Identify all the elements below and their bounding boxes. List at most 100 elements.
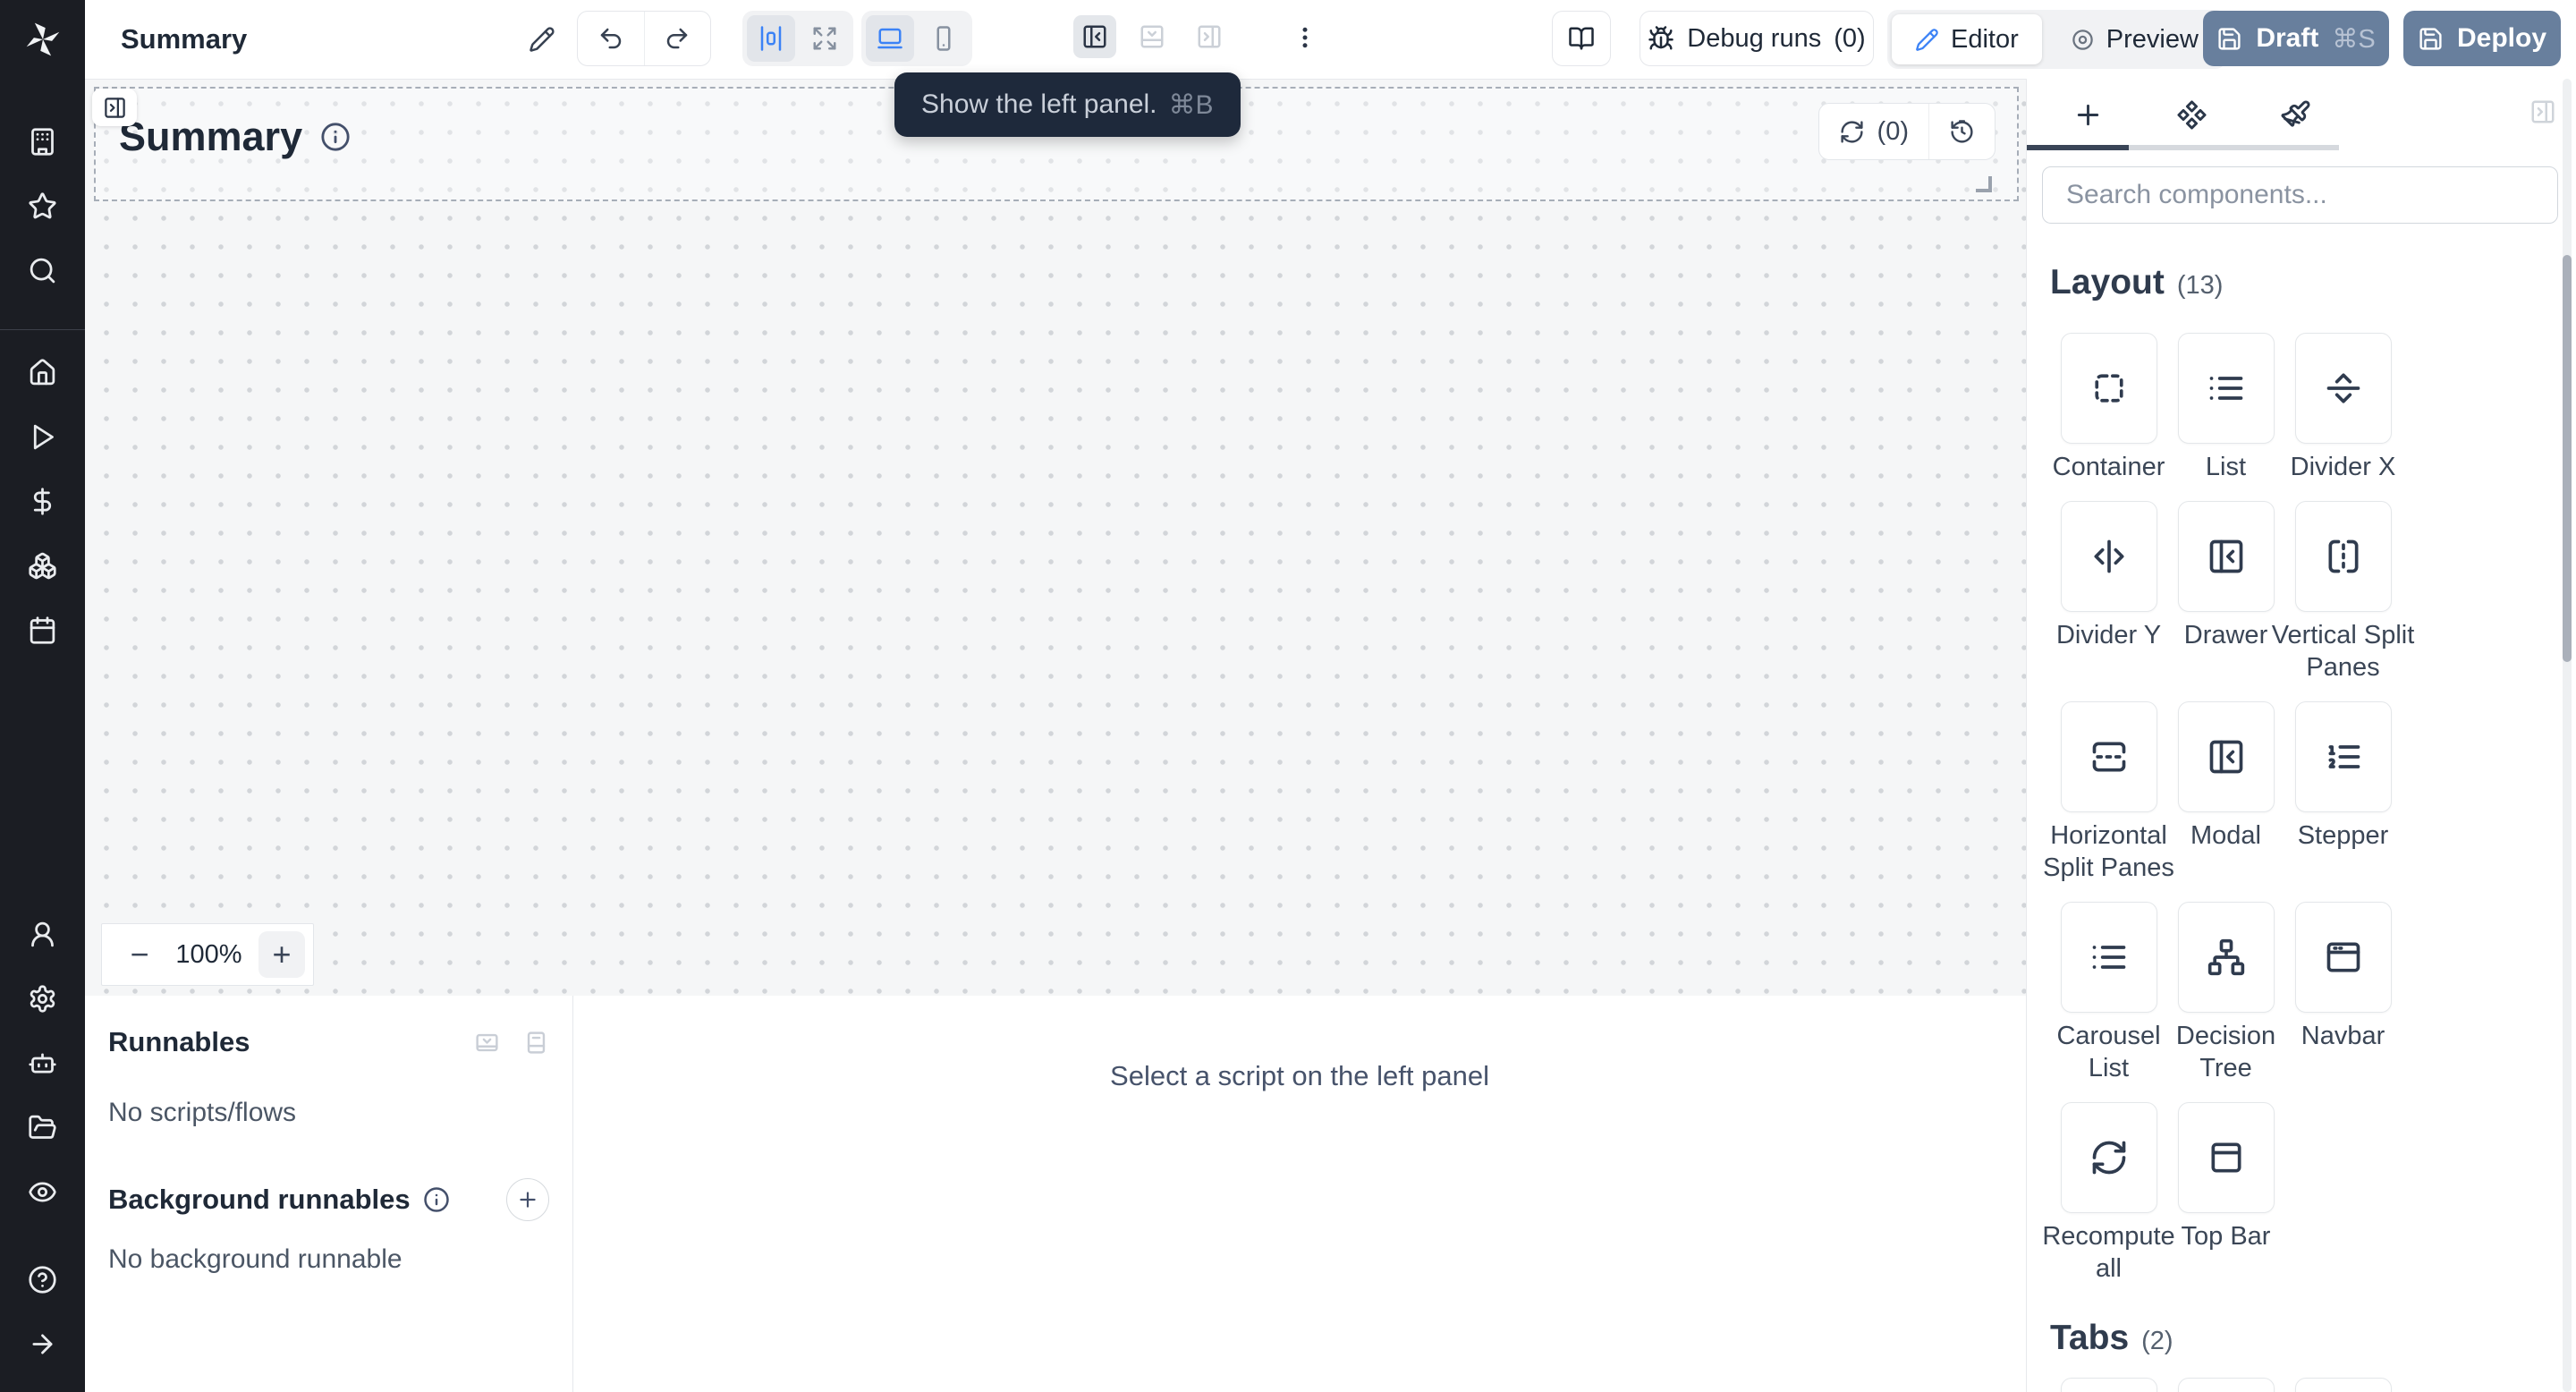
divider-y-icon xyxy=(2089,537,2129,576)
save-icon xyxy=(2216,26,2242,52)
sidebar-item-calendar[interactable] xyxy=(0,598,85,662)
sidebar-item-building[interactable] xyxy=(0,109,85,174)
scrollbar-thumb[interactable] xyxy=(2563,255,2572,662)
component-card-modal[interactable] xyxy=(2178,701,2275,812)
collapse-right-panel-button[interactable] xyxy=(2529,98,2556,130)
component-card-navbar[interactable] xyxy=(2295,902,2392,1013)
component-card-carousel-list[interactable] xyxy=(2061,902,2157,1013)
rename-app-button[interactable] xyxy=(517,14,567,64)
device-toggle-group xyxy=(861,11,972,66)
sidebar-item-arrow-right[interactable] xyxy=(0,1311,85,1376)
deploy-button[interactable]: Deploy xyxy=(2403,11,2561,66)
show-left-panel-button[interactable] xyxy=(92,89,137,126)
more-options-button[interactable] xyxy=(1285,18,1325,57)
mobile-view-toggle[interactable] xyxy=(919,15,968,62)
canvas-alignment-group xyxy=(742,11,853,66)
sidebar-item-play[interactable] xyxy=(0,404,85,469)
component-card-recompute-all[interactable] xyxy=(2061,1102,2157,1213)
component-card-container[interactable] xyxy=(2061,333,2157,444)
redo-button[interactable] xyxy=(645,12,711,65)
refresh-icon xyxy=(2089,1138,2129,1177)
sidebar-item-user[interactable] xyxy=(0,902,85,966)
bug-icon xyxy=(1648,25,1674,52)
component-card[interactable] xyxy=(2061,1378,2157,1392)
runnables-empty-text: No scripts/flows xyxy=(108,1098,549,1128)
active-tab-indicator xyxy=(2027,145,2129,150)
component-card-stepper[interactable] xyxy=(2295,701,2392,812)
desktop-view-toggle[interactable] xyxy=(866,15,914,62)
tab-component-settings[interactable] xyxy=(2174,97,2209,132)
pencil-icon xyxy=(529,26,555,53)
kebab-icon xyxy=(1292,24,1318,51)
draft-label: Draft xyxy=(2256,23,2318,54)
editor-tab[interactable]: Editor xyxy=(1892,14,2042,64)
sidebar-item-boxes[interactable] xyxy=(0,533,85,598)
add-background-runnable-button[interactable] xyxy=(506,1178,549,1221)
center-canvas-toggle[interactable] xyxy=(747,15,795,62)
app-canvas[interactable]: Summary (0) − 100% + xyxy=(85,79,2026,996)
full-width-toggle[interactable] xyxy=(801,15,849,62)
tab-styling[interactable] xyxy=(2277,97,2313,132)
script-editor-pane: Select a script on the left panel xyxy=(573,996,2026,1392)
sidebar-item-eye[interactable] xyxy=(0,1159,85,1224)
debug-runs-count: (0) xyxy=(1834,24,1865,54)
refresh-button[interactable]: (0) xyxy=(1819,104,1928,159)
component-item xyxy=(2050,1378,2167,1392)
component-card[interactable] xyxy=(2178,1378,2275,1392)
runnables-list-icon[interactable] xyxy=(523,1030,549,1056)
preview-tab-label: Preview xyxy=(2106,25,2199,55)
component-grid-layout: ContainerListDivider XDivider YDrawerVer… xyxy=(2050,333,2576,1285)
component-card-horizontal-split-panes[interactable] xyxy=(2061,701,2157,812)
left-panel-tooltip: Show the left panel. ⌘B xyxy=(894,72,1241,137)
toggle-left-panel-button[interactable] xyxy=(1073,15,1116,58)
tooltip-text: Show the left panel. xyxy=(921,89,1157,120)
windmill-logo-icon xyxy=(23,20,63,59)
zoom-out-button[interactable]: − xyxy=(120,938,159,971)
debug-runs-button[interactable]: Debug runs (0) xyxy=(1640,11,1874,66)
component-card[interactable] xyxy=(2295,1378,2392,1392)
component-item: Vertical Split Panes xyxy=(2284,501,2402,683)
sidebar-item-help[interactable] xyxy=(0,1247,85,1311)
sidebar-item-dollar[interactable] xyxy=(0,469,85,533)
sidebar-item-search[interactable] xyxy=(0,238,85,302)
component-card-list[interactable] xyxy=(2178,333,2275,444)
toggle-bottom-panel-button[interactable] xyxy=(1131,15,1174,58)
component-card-vertical-split-panes[interactable] xyxy=(2295,501,2392,612)
sidebar-item-star[interactable] xyxy=(0,174,85,238)
components-panel-tabs xyxy=(2027,79,2576,150)
script-pane-empty-text: Select a script on the left panel xyxy=(1110,1060,1489,1092)
editor-pencil-icon xyxy=(1915,28,1939,52)
windmill-logo[interactable] xyxy=(0,0,85,79)
arrow-right-icon xyxy=(28,1329,57,1359)
preview-tab[interactable]: Preview xyxy=(2047,14,2222,64)
component-search xyxy=(2042,166,2558,224)
section-count: (2) xyxy=(2141,1323,2173,1359)
component-resize-handle[interactable] xyxy=(1976,176,1992,192)
documentation-button[interactable] xyxy=(1552,11,1611,66)
editor-preview-toggle: Editor Preview xyxy=(1887,10,2226,69)
zoom-in-button[interactable]: + xyxy=(258,931,305,978)
info-icon xyxy=(320,122,351,152)
toggle-right-panel-button[interactable] xyxy=(1188,15,1231,58)
sidebar-item-bot[interactable] xyxy=(0,1031,85,1095)
sidebar-item-home[interactable] xyxy=(0,340,85,404)
runnables-panel: Runnables No scripts/flows Background ru… xyxy=(85,996,572,1392)
history-button[interactable] xyxy=(1929,104,1995,159)
component-card-decision-tree[interactable] xyxy=(2178,902,2275,1013)
component-card-top-bar[interactable] xyxy=(2178,1102,2275,1213)
component-label: Stepper xyxy=(2269,819,2418,852)
undo-button[interactable] xyxy=(578,12,644,65)
component-card-divider-x[interactable] xyxy=(2295,333,2392,444)
boxes-icon xyxy=(28,551,57,581)
sidebar-item-settings[interactable] xyxy=(0,966,85,1031)
search-components-input[interactable] xyxy=(2064,179,2536,211)
preview-icon xyxy=(2071,28,2095,52)
plus-icon xyxy=(2072,99,2104,131)
component-card-drawer[interactable] xyxy=(2178,501,2275,612)
background-runnables-title: Background runnables xyxy=(108,1184,411,1216)
component-card-divider-y[interactable] xyxy=(2061,501,2157,612)
tab-insert-component[interactable] xyxy=(2070,97,2106,132)
save-draft-button[interactable]: Draft ⌘S xyxy=(2203,11,2389,66)
collapse-panel-icon[interactable] xyxy=(474,1030,500,1056)
sidebar-item-folder-open[interactable] xyxy=(0,1095,85,1159)
